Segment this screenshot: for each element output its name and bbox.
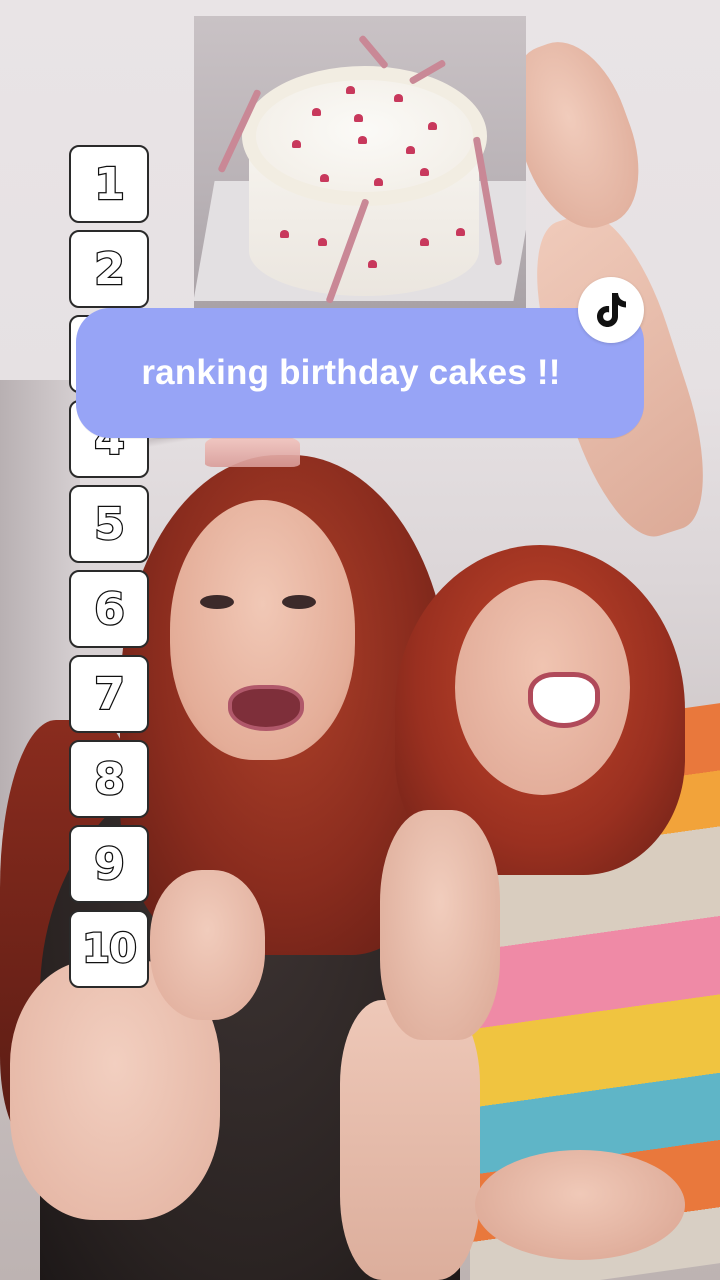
left-person-hand [150, 870, 265, 1020]
open-palm-hand [475, 1150, 685, 1260]
heart-decoration [320, 174, 329, 182]
heart-decoration [456, 228, 465, 236]
caption-text: ranking birthday cakes !! [141, 353, 561, 392]
rank-slot: 9 [69, 825, 149, 903]
heart-decoration [346, 86, 355, 94]
right-person-mouth [528, 672, 600, 728]
left-person-eye [282, 595, 316, 609]
heart-decoration [292, 140, 301, 148]
left-person-mouth [228, 685, 304, 731]
tiktok-note-icon [597, 293, 626, 327]
rank-number: 1 [93, 157, 126, 211]
left-person-eye [200, 595, 234, 609]
rank-slot: 7 [69, 655, 149, 733]
thumbs-up-forearm [340, 1000, 480, 1280]
heart-decoration [312, 108, 321, 116]
thumbs-up-hand [380, 810, 500, 1040]
rank-slot: 8 [69, 740, 149, 818]
rank-slot: 1 [69, 145, 149, 223]
heart-decoration [428, 122, 437, 130]
cake-photo [194, 16, 526, 308]
ribbon-bow [357, 34, 390, 70]
rank-slot: 2 [69, 230, 149, 308]
heart-decoration [420, 238, 429, 246]
rank-number: 5 [93, 497, 126, 551]
heart-decoration [280, 230, 289, 238]
rank-slot: 10 [69, 910, 149, 988]
heart-decoration [394, 94, 403, 102]
heart-decoration [368, 260, 377, 268]
rank-number: 2 [93, 242, 126, 296]
heart-decoration [318, 238, 327, 246]
rank-slot: 6 [69, 570, 149, 648]
rank-number: 7 [93, 667, 126, 721]
rank-slot: 5 [69, 485, 149, 563]
crown-headband [205, 435, 300, 467]
heart-decoration [358, 136, 367, 144]
rank-number: 10 [81, 925, 138, 974]
rank-number: 6 [93, 582, 126, 636]
heart-decoration [354, 114, 363, 122]
heart-decoration [406, 146, 415, 154]
heart-decoration [374, 178, 383, 186]
tiktok-logo-icon [578, 277, 644, 343]
rank-number: 8 [93, 752, 126, 806]
heart-decoration [420, 168, 429, 176]
caption-bubble: ranking birthday cakes !! [76, 308, 644, 438]
rank-number: 9 [93, 837, 126, 891]
